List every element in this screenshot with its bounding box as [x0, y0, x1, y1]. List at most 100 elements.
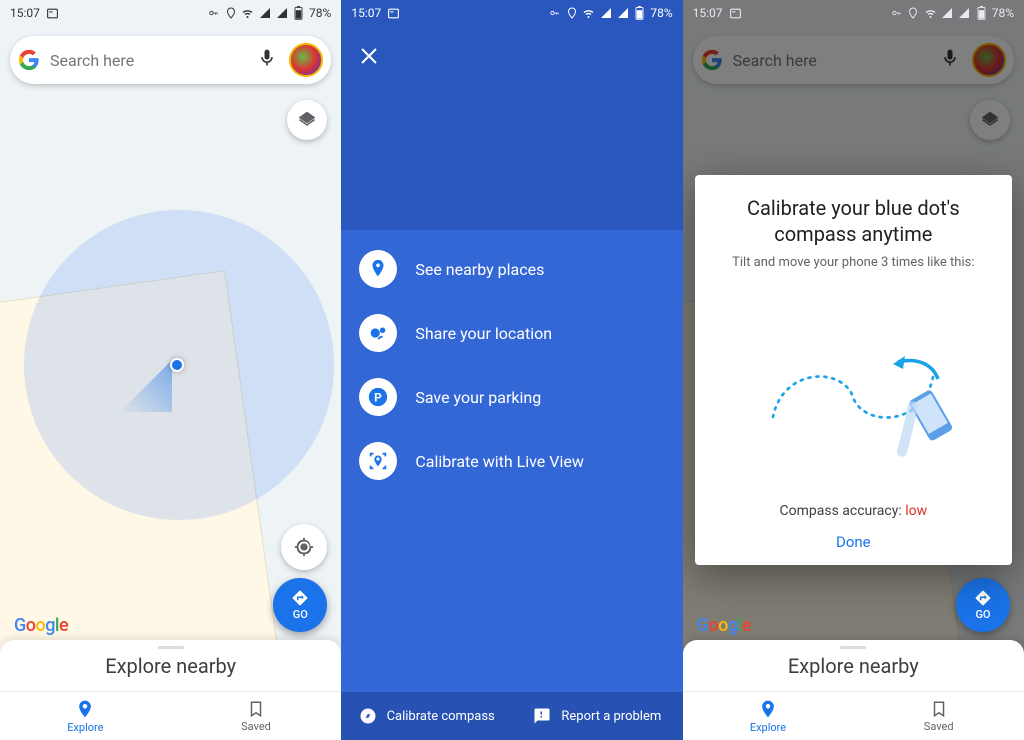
accuracy-value: low — [905, 503, 927, 519]
battery-icon — [975, 7, 988, 20]
calibrate-compass-button[interactable]: Calibrate compass — [341, 692, 512, 740]
bluedot-top-panel — [341, 0, 682, 230]
compass-icon — [359, 707, 377, 725]
nav-explore[interactable]: Explore — [0, 692, 171, 740]
pin-drop-icon — [359, 250, 397, 288]
sheet-title: Explore nearby — [788, 654, 919, 678]
status-bar: 15:07 78% — [341, 0, 682, 26]
status-battery-pct: 78% — [992, 6, 1014, 20]
signal-icon — [941, 7, 954, 20]
figure-eight-illustration — [711, 270, 996, 503]
status-time: 15:07 — [693, 6, 723, 20]
blue-dot-icon[interactable] — [170, 358, 184, 372]
wifi-icon — [924, 7, 937, 20]
parking-icon: P — [359, 378, 397, 416]
screen-map: 15:07 78% Search here GO — [0, 0, 341, 740]
menu-save-parking[interactable]: P Save your parking — [359, 378, 664, 416]
notification-icon — [729, 7, 742, 20]
accuracy-label: Compass accuracy: — [780, 503, 902, 519]
bookmark-icon — [247, 700, 265, 718]
accuracy-line: Compass accuracy: low — [711, 503, 996, 519]
wifi-icon — [241, 7, 254, 20]
modal-subtitle: Tilt and move your phone 3 times like th… — [711, 255, 996, 270]
go-button: GO — [956, 578, 1010, 632]
bluedot-menu-list: See nearby places Share your location P … — [341, 250, 682, 480]
google-watermark: Google — [14, 615, 68, 636]
status-battery-pct: 78% — [650, 6, 672, 20]
share-location-icon — [359, 314, 397, 352]
battery-icon — [633, 7, 646, 20]
menu-item-label: Share your location — [415, 324, 552, 343]
go-button-label: GO — [975, 608, 990, 621]
nav-saved-label: Saved — [924, 720, 954, 733]
profile-avatar[interactable] — [289, 43, 323, 77]
live-view-icon — [359, 442, 397, 480]
calibrate-compass-label: Calibrate compass — [387, 709, 495, 724]
bottom-nav: Explore Saved — [0, 692, 341, 740]
phone-icon — [882, 389, 953, 457]
my-location-button[interactable] — [281, 524, 327, 570]
menu-see-nearby[interactable]: See nearby places — [359, 250, 664, 288]
location-status-icon — [907, 7, 920, 20]
nav-explore-label: Explore — [750, 721, 786, 734]
directions-icon — [974, 589, 992, 607]
search-bar[interactable]: Search here — [10, 36, 331, 84]
pin-icon — [758, 699, 778, 719]
status-battery-pct: 78% — [309, 6, 331, 20]
layers-icon — [297, 110, 317, 130]
nav-saved-label: Saved — [241, 720, 271, 733]
screen-bluedot-menu: 15:07 78% See nearby places Share your — [341, 0, 682, 740]
mic-icon[interactable] — [257, 48, 279, 72]
explore-sheet: Explore nearby — [683, 640, 1024, 692]
notification-icon — [46, 7, 59, 20]
google-g-icon — [18, 49, 40, 71]
nav-saved: Saved — [853, 692, 1024, 740]
feedback-icon — [533, 707, 551, 725]
menu-share-location[interactable]: Share your location — [359, 314, 664, 352]
modal-title: Calibrate your blue dot's compass anytim… — [711, 195, 996, 247]
close-button[interactable] — [357, 44, 381, 72]
report-problem-button[interactable]: Report a problem — [512, 692, 683, 740]
calibrate-modal: Calibrate your blue dot's compass anytim… — [695, 175, 1012, 565]
close-icon — [357, 44, 381, 68]
search-placeholder: Search here — [50, 51, 247, 70]
sheet-handle — [840, 646, 866, 649]
location-status-icon — [565, 7, 578, 20]
signal-icon-2 — [958, 7, 971, 20]
done-button[interactable]: Done — [711, 533, 996, 551]
notification-icon — [387, 7, 400, 20]
vpn-key-icon — [207, 7, 220, 20]
signal-icon-2 — [616, 7, 629, 20]
nav-saved[interactable]: Saved — [171, 692, 342, 740]
signal-icon — [258, 7, 271, 20]
signal-icon — [599, 7, 612, 20]
directions-icon — [291, 589, 309, 607]
wifi-icon — [582, 7, 595, 20]
crosshair-icon — [293, 536, 315, 558]
bottom-nav: Explore Saved — [683, 692, 1024, 740]
nav-explore: Explore — [683, 692, 854, 740]
bluedot-bottom-actions: Calibrate compass Report a problem — [341, 692, 682, 740]
svg-text:P: P — [374, 391, 382, 405]
go-button[interactable]: GO — [273, 578, 327, 632]
menu-calibrate-liveview[interactable]: Calibrate with Live View — [359, 442, 664, 480]
signal-icon-2 — [275, 7, 288, 20]
vpn-key-icon — [890, 7, 903, 20]
pin-icon — [75, 699, 95, 719]
status-time: 15:07 — [351, 6, 381, 20]
status-bar: 15:07 78% — [683, 0, 1024, 26]
menu-item-label: Save your parking — [415, 388, 541, 407]
vpn-key-icon — [548, 7, 561, 20]
nav-explore-label: Explore — [67, 721, 103, 734]
bookmark-icon — [930, 700, 948, 718]
menu-item-label: See nearby places — [415, 260, 544, 279]
sheet-title: Explore nearby — [105, 654, 236, 678]
location-status-icon — [224, 7, 237, 20]
explore-sheet[interactable]: Explore nearby — [0, 640, 341, 692]
sheet-handle[interactable] — [158, 646, 184, 649]
report-problem-label: Report a problem — [561, 709, 661, 724]
screen-calibrate-modal: Search here GO Google Explore nearby Exp… — [683, 0, 1024, 740]
menu-item-label: Calibrate with Live View — [415, 452, 584, 471]
google-watermark: Google — [697, 615, 751, 636]
battery-icon — [292, 7, 305, 20]
